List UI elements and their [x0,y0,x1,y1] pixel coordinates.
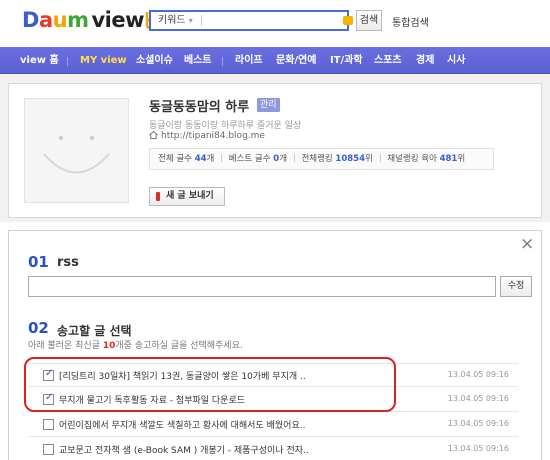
select-posts-hint: 아래 불러온 최신글 10개중 송고하실 글을 선택해주세요. [28,338,243,351]
channel-rank-unit: 위 [457,154,466,164]
channel-rank-label: 채널랭킹 [387,154,419,164]
nav-divider [67,57,68,66]
overall-rank-value: 10854 [335,154,365,164]
post-submit-panel: × 01 rss 수정 02 송고할 글 선택 아래 불러온 최신글 10개중 … [8,230,542,460]
post-date: 13.04.05 09:16 [447,394,509,403]
blog-description: 동글이랑 동동이랑 하루하루 즐거운 일상 [149,121,302,131]
post-date: 13.04.05 09:16 [447,419,509,428]
blog-url-text: http://tipani84.blog.me [161,131,265,141]
blog-stats-bar: 전체 글수 44개 베스트 글수 0개 전체랭킹 10854위 채널랭킹 육아 … [149,148,494,170]
search-input[interactable] [205,13,335,28]
channel-rank-value: 481 [439,154,458,164]
nav-item-economy[interactable]: 경제 [416,47,434,74]
edit-button[interactable]: 수정 [500,276,532,297]
avatar [24,98,129,203]
logo-letter-u: u [52,8,68,32]
nav-item-best[interactable]: 베스트 [184,47,212,74]
search-scope-select[interactable]: 키워드 ▾ [158,14,193,28]
pencil-icon [156,192,160,201]
logo-letter-a: a [38,8,53,32]
home-icon [149,131,158,139]
step-2-number: 02 [28,319,49,337]
overall-rank-unit: 위 [365,154,373,164]
send-new-post-label: 새 글 보내기 [166,191,214,201]
overall-rank-label: 전체랭킹 [301,154,333,164]
post-row[interactable]: 어린이집에서 무지개 색깔도 색칠하고 황사에 대해서도 배웠어요.. 13.0… [28,413,518,437]
daum-view-logo[interactable]: Daum view [22,8,158,32]
nav-item-sports[interactable]: 스포츠 [374,47,402,74]
search-button[interactable]: 검색 [356,10,382,31]
close-icon[interactable]: × [520,236,534,253]
search-box[interactable]: 키워드 ▾ [149,10,353,31]
logo-letter-d: D [22,8,39,32]
stats-divider [221,154,223,162]
rss-url-input[interactable] [28,276,496,297]
header: Daum view 키워드 ▾ 검색 통합검색 [0,0,550,44]
nav-item-culture[interactable]: 문화/연예 [276,47,316,74]
blog-profile-card: 동글동동맘의 하루 관리 동글이랑 동동이랑 하루하루 즐거운 일상 http:… [8,83,542,218]
post-title[interactable]: 교보문고 전자책 샘 (e-Book SAM ) 개봉기 - 제품구성이나 전자… [59,443,309,456]
best-posts-unit: 개 [279,154,288,164]
chevron-down-icon: ▾ [188,16,193,25]
post-checkbox[interactable] [43,444,54,455]
nav-item-view-home[interactable]: view 홈 [20,47,59,74]
step-1-number: 01 [28,253,49,271]
search-scope-label: 키워드 [158,15,186,26]
blog-title[interactable]: 동글동동맘의 하루 [149,96,249,115]
nav-item-social-issue[interactable]: 소셜이슈 [136,47,173,74]
stats-divider [379,154,381,162]
unified-search-link[interactable]: 통합검색 [392,14,429,29]
best-posts-label: 베스트 글수 [228,154,271,164]
hint-post-count: 10 [102,341,116,351]
selection-highlight-outline [24,357,396,412]
blog-url[interactable]: http://tipani84.blog.me [149,131,265,141]
nav-item-life[interactable]: 라이프 [235,47,263,74]
smiley-avatar-icon [43,135,110,174]
admin-badge[interactable]: 관리 [257,98,280,112]
nav-item-current-affairs[interactable]: 시사 [447,47,465,74]
post-checkbox[interactable] [43,419,54,430]
hint-text-before: 아래 불러온 최신글 [28,341,103,351]
step-1-title: rss [57,255,79,270]
nav-divider [222,57,223,66]
channel-name: 육아 [421,154,437,164]
search-accent-icon [343,16,353,25]
logo-letter-m: m [67,8,89,32]
total-posts-value: 44 [194,154,207,164]
hint-text-after: 개중 송고하실 글을 선택해주세요. [115,341,243,351]
search-divider [201,15,202,26]
nav-item-it-science[interactable]: IT/과학 [330,47,363,74]
logo-view-text: view [91,8,144,32]
post-date: 13.04.05 09:16 [447,444,509,453]
nav-item-my-view[interactable]: MY view [80,47,127,74]
post-row[interactable]: 교보문고 전자책 샘 (e-Book SAM ) 개봉기 - 제품구성이나 전자… [28,438,518,460]
total-posts-label: 전체 글수 [158,154,192,164]
main-nav: view 홈 MY view 소셜이슈 베스트 라이프 문화/연예 IT/과학 … [0,47,550,74]
post-date: 13.04.05 09:16 [447,370,509,379]
step-2-title: 송고할 글 선택 [57,324,132,338]
post-title[interactable]: 어린이집에서 무지개 색깔도 색칠하고 황사에 대해서도 배웠어요.. [59,418,305,431]
total-posts-unit: 개 [206,154,215,164]
send-new-post-button[interactable]: 새 글 보내기 [149,187,225,206]
stats-divider [293,154,295,162]
